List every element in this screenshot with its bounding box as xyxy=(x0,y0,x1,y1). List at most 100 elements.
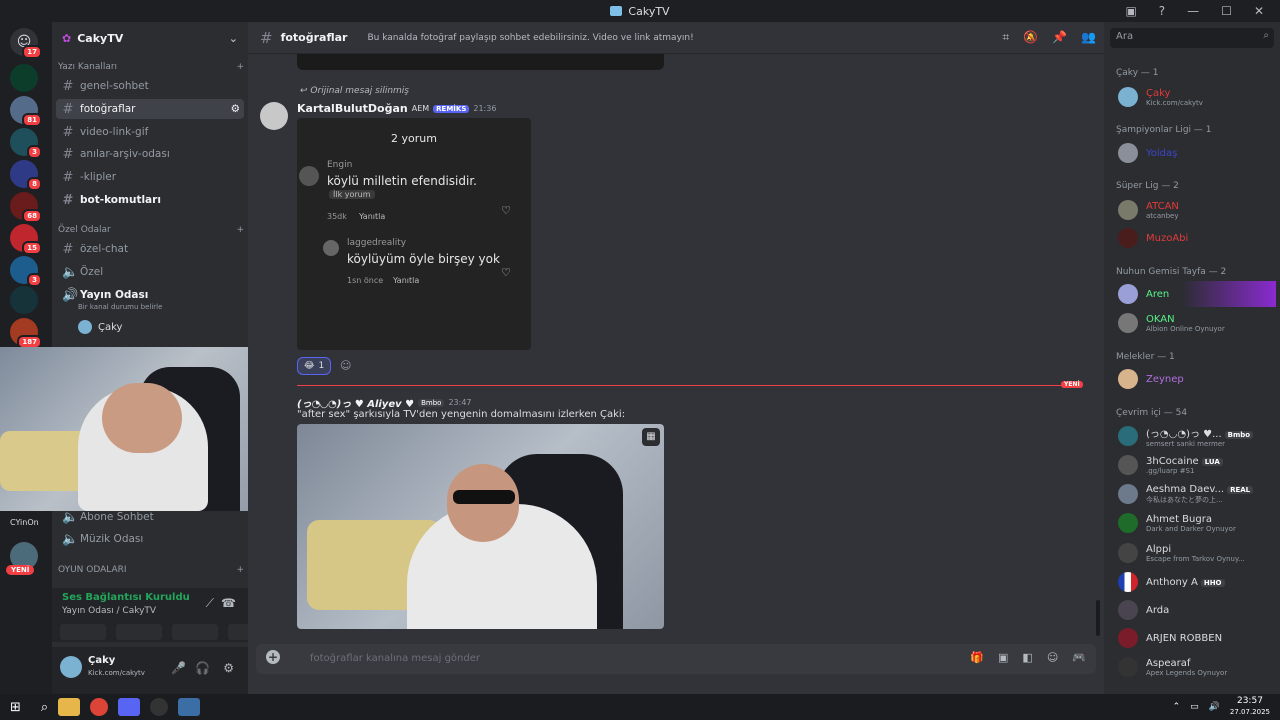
message-author[interactable]: (っ◔◡◔)っ ♥ Aliyev ♥ xyxy=(297,395,414,410)
server-icon[interactable]: 68 xyxy=(10,192,42,223)
member-item[interactable]: Yoldaş xyxy=(1118,140,1278,166)
scrollbar[interactable] xyxy=(1096,600,1100,636)
message-author[interactable]: KartalBulutDoğan xyxy=(297,102,408,115)
category-private-rooms[interactable]: Özel Odalar + xyxy=(58,225,244,235)
headphones-icon[interactable]: 🎧 xyxy=(195,661,210,675)
channel-status[interactable]: Bir kanal durumu belirle xyxy=(78,303,162,311)
add-member-icon[interactable]: ⚙ xyxy=(231,103,240,115)
server-icon[interactable] xyxy=(10,64,38,92)
member-item[interactable]: Anthony A HHO xyxy=(1118,569,1278,595)
add-channel-icon[interactable]: + xyxy=(236,225,244,235)
start-icon[interactable]: ⊞ xyxy=(10,700,21,715)
channel-topic[interactable]: Bu kanalda fotoğraf paylaşıp sohbet edeb… xyxy=(367,33,693,43)
gif-icon[interactable]: ▣ xyxy=(998,651,1008,664)
voice-status[interactable]: Ses Bağlantısı Kuruldu xyxy=(62,592,190,603)
reply-link[interactable]: Yanıtla xyxy=(393,276,419,285)
disconnect-icon[interactable]: ☎ xyxy=(221,596,236,610)
member-item[interactable]: ARJEN ROBBEN xyxy=(1118,625,1278,651)
member-item[interactable]: Aeshma Daev... REAL 今私はあなたと夢の上... xyxy=(1118,481,1278,507)
member-list-icon[interactable]: 👥 xyxy=(1081,30,1096,45)
search-icon[interactable]: ⌕ xyxy=(41,700,48,715)
camera-button[interactable] xyxy=(60,624,106,640)
obs-icon[interactable] xyxy=(150,698,169,716)
voice-channel-ozel[interactable]: 🔈 Özel xyxy=(56,262,244,282)
mute-icon[interactable]: 🔕 xyxy=(1023,30,1038,45)
guild-header[interactable]: ✿ CakyTV ⌄ xyxy=(52,22,248,54)
channel-klipler[interactable]: # -klipler xyxy=(56,167,244,187)
help-icon[interactable]: ? xyxy=(1159,4,1165,18)
member-item[interactable]: ATCAN atcanbey xyxy=(1118,197,1278,223)
settings-icon[interactable]: ⚙ xyxy=(223,661,234,675)
channel-ozel-chat[interactable]: # özel-chat xyxy=(56,239,244,259)
server-icon[interactable]: 3 xyxy=(10,128,42,159)
add-channel-icon[interactable]: + xyxy=(236,62,244,72)
tray-chevron-icon[interactable]: ⌃ xyxy=(1173,702,1181,712)
minimize-button[interactable]: — xyxy=(1187,4,1199,18)
member-item[interactable]: Ahmet Bugra Dark and Darker Oynuyor xyxy=(1118,510,1278,536)
screenshare-button[interactable] xyxy=(116,624,162,640)
voice-channel-yayin-odasi[interactable]: 🔊 Yayın Odası xyxy=(56,285,244,305)
channel-video-link-gif[interactable]: # video-link-gif xyxy=(56,122,244,142)
member-item[interactable]: Aspearaf Apex Legends Oynuyor xyxy=(1118,654,1278,680)
threads-icon[interactable]: ⌗ xyxy=(1002,30,1009,45)
clock[interactable]: 23:57 27.07.2025 xyxy=(1230,696,1270,718)
sticker-icon[interactable]: ◧ xyxy=(1022,651,1032,664)
channel-anilar-arsiv-odasi[interactable]: # anılar-arşiv-odası xyxy=(56,144,244,164)
member-item[interactable]: Arda xyxy=(1118,597,1278,623)
category-text-channels[interactable]: Yazı Kanalları + xyxy=(58,62,244,72)
file-explorer-icon[interactable] xyxy=(58,698,81,716)
attach-icon[interactable]: + xyxy=(266,650,280,664)
heart-icon[interactable]: ♡ xyxy=(501,204,511,217)
channel-genel-sohbet[interactable]: # genel-sohbet xyxy=(56,76,244,96)
message-input[interactable]: fotoğraflar kanalına mesaj gönder xyxy=(310,653,480,664)
member-item[interactable]: 3hCocaine LUA .gg/luarp #S1 xyxy=(1118,452,1278,478)
gallery-icon[interactable]: ▦ xyxy=(642,428,660,446)
heart-icon[interactable]: ♡ xyxy=(501,266,511,279)
server-icon[interactable] xyxy=(10,286,38,314)
voice-location[interactable]: Yayın Odası / CakyTV xyxy=(62,606,156,616)
search-input[interactable]: Ara ⌕ xyxy=(1110,28,1274,48)
home-button[interactable]: ☺ 17 xyxy=(10,28,42,59)
member-item[interactable]: OKAN Albion Online Oynuyor xyxy=(1118,310,1278,336)
server-icon[interactable]: 3 xyxy=(10,256,42,287)
close-button[interactable]: ✕ xyxy=(1254,4,1264,18)
server-icon[interactable]: 8 xyxy=(10,160,42,191)
inbox-icon[interactable]: ▣ xyxy=(1125,4,1136,18)
channel-fotograflar[interactable]: # fotoğraflar ⚙ xyxy=(56,99,244,119)
member-item[interactable]: Aren xyxy=(1118,281,1276,307)
avatar[interactable] xyxy=(260,102,288,130)
discord-icon[interactable] xyxy=(118,698,141,716)
activity-button[interactable] xyxy=(172,624,218,640)
network-icon[interactable]: ▭ xyxy=(1190,702,1199,712)
maximize-button[interactable]: ☐ xyxy=(1221,4,1232,18)
volume-icon[interactable]: 🔊 xyxy=(1209,702,1220,712)
server-icon[interactable]: 187 xyxy=(10,318,42,349)
voice-user[interactable]: Çaky xyxy=(78,320,122,334)
mic-icon[interactable]: 🎤 xyxy=(171,661,186,675)
reply-link[interactable]: Yanıtla xyxy=(359,212,385,221)
server-icon[interactable]: 15 xyxy=(10,224,42,255)
member-item[interactable]: (っ◔◡◔)っ ♥... Bmbo semsert sanki mermer xyxy=(1118,423,1278,449)
apps-icon[interactable]: 🎮 xyxy=(1072,651,1086,664)
app-icon[interactable] xyxy=(178,698,201,716)
channel-bot-komutlari[interactable]: # bot-komutları xyxy=(56,190,244,210)
server-icon[interactable]: 81 xyxy=(10,96,42,127)
emoji-icon[interactable]: ☺ xyxy=(1047,651,1058,664)
member-item[interactable]: Alppi Escape from Tarkov Oynuy... xyxy=(1118,540,1278,566)
avatar[interactable] xyxy=(60,656,82,678)
chrome-icon[interactable] xyxy=(90,698,109,716)
gift-icon[interactable]: 🎁 xyxy=(970,651,984,664)
reaction-pill[interactable]: 😂 1 xyxy=(297,357,332,375)
pin-icon[interactable]: 📌 xyxy=(1052,30,1067,45)
add-channel-icon[interactable]: + xyxy=(236,565,244,575)
noise-suppression-icon[interactable]: ⟋ xyxy=(206,596,214,611)
comments-embed[interactable]: 2 yorum Engin köylü milletin efendisidir… xyxy=(297,118,531,350)
add-reaction-icon[interactable]: ☺ xyxy=(340,359,351,372)
message-composer[interactable]: + fotoğraflar kanalına mesaj gönder 🎁 ▣ … xyxy=(256,644,1096,674)
voice-channel-muzik-odasi[interactable]: 🔈 Müzik Odası xyxy=(56,529,244,549)
attached-image[interactable]: ▦ xyxy=(297,424,664,629)
member-item[interactable]: MuzoAbi xyxy=(1118,225,1278,251)
category-game-rooms[interactable]: OYUN ODALARI + xyxy=(58,565,244,575)
member-item[interactable]: Zeynep xyxy=(1118,366,1278,392)
member-item[interactable]: Çaky Kick.com/cakytv xyxy=(1118,84,1278,110)
